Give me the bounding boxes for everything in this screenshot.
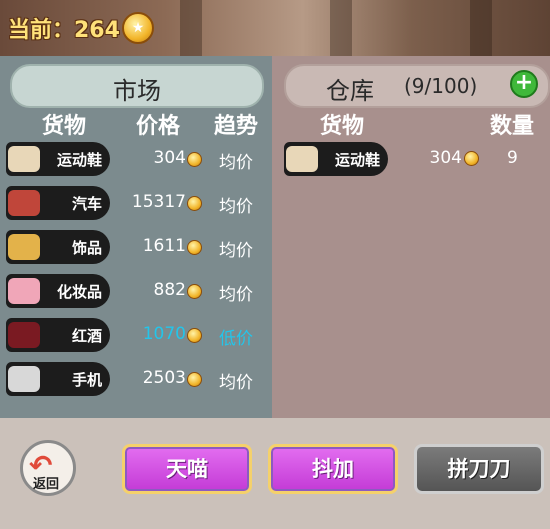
- market-header: 市场: [10, 64, 264, 108]
- market-row[interactable]: 汽车 15317 均价: [0, 184, 272, 224]
- item-trend: 均价: [219, 373, 253, 393]
- item-trend: 均价: [219, 153, 253, 173]
- item-trend: 低价: [219, 329, 253, 349]
- phone-icon: [8, 366, 40, 392]
- car-icon: [8, 190, 40, 216]
- market-col-trend: 趋势: [214, 114, 259, 139]
- shelf-decoration: [470, 0, 492, 56]
- item-tag: 运动鞋: [6, 142, 110, 176]
- item-tag: 运动鞋: [284, 142, 388, 176]
- item-tag: 饰品: [6, 230, 110, 264]
- coin-icon: [187, 196, 202, 211]
- item-name: 饰品: [71, 239, 102, 257]
- item-price: 304: [153, 148, 186, 168]
- coin-icon: [187, 152, 202, 167]
- warehouse-col-goods: 货物: [320, 114, 365, 139]
- shelf-decoration: [330, 0, 352, 56]
- warehouse-row[interactable]: 运动鞋 304 9: [272, 140, 550, 176]
- coin-balance: 当前：264: [8, 18, 120, 43]
- item-name: 运动鞋: [334, 151, 380, 169]
- item-tag: 红酒: [6, 318, 110, 352]
- market-row[interactable]: 化妆品 882 均价: [0, 272, 272, 312]
- item-tag: 手机: [6, 362, 110, 396]
- item-tag: 汽车: [6, 186, 110, 220]
- item-price: 15317: [131, 192, 186, 212]
- cosmetics-icon: [8, 278, 40, 304]
- market-row[interactable]: 运动鞋 304 均价: [0, 140, 272, 180]
- douyin-button[interactable]: 抖加: [268, 444, 398, 494]
- market-col-price: 价格: [136, 114, 181, 139]
- market-col-goods: 货物: [42, 114, 87, 139]
- coin-icon: [187, 240, 202, 255]
- item-quantity: 9: [507, 148, 518, 168]
- item-trend: 均价: [219, 241, 253, 261]
- warehouse-col-qty: 数量: [490, 114, 535, 139]
- back-button[interactable]: ↶ 返回: [20, 440, 76, 496]
- item-price: 304: [429, 148, 462, 168]
- expand-warehouse-button[interactable]: +: [510, 70, 538, 98]
- item-name: 运动鞋: [56, 151, 102, 169]
- coin-icon: [187, 372, 202, 387]
- market-row[interactable]: 红酒 1070 低价: [0, 316, 272, 356]
- item-price: 882: [153, 280, 186, 300]
- item-price: 1070: [142, 324, 186, 344]
- tmall-button[interactable]: 天喵: [122, 444, 252, 494]
- sneaker-icon: [8, 146, 40, 172]
- back-label: 返回: [33, 477, 60, 492]
- coin-icon: [187, 328, 202, 343]
- shelf-decoration: [180, 0, 202, 56]
- item-name: 汽车: [71, 195, 102, 213]
- item-tag: 化妆品: [6, 274, 110, 308]
- coin-icon: [464, 151, 479, 166]
- market-row[interactable]: 饰品 1611 均价: [0, 228, 272, 268]
- market-row[interactable]: 手机 2503 均价: [0, 360, 272, 400]
- item-price: 1611: [142, 236, 186, 256]
- item-trend: 均价: [219, 197, 253, 217]
- pdd-button[interactable]: 拼刀刀: [414, 444, 544, 494]
- warehouse-title: 仓库: [326, 77, 374, 105]
- item-name: 手机: [71, 371, 102, 389]
- item-price: 2503: [142, 368, 186, 388]
- item-name: 化妆品: [56, 283, 102, 301]
- jewelry-icon: [8, 234, 40, 260]
- item-name: 红酒: [71, 327, 102, 345]
- wine-icon: [8, 322, 40, 348]
- sneaker-icon: [286, 146, 318, 172]
- warehouse-capacity: (9/100): [404, 74, 478, 98]
- coin-icon: ★: [122, 12, 154, 44]
- item-trend: 均价: [219, 285, 253, 305]
- market-title: 市场: [113, 77, 161, 105]
- warehouse-panel: 仓库 (9/100) 货物 数量: [272, 56, 550, 418]
- coin-icon: [187, 284, 202, 299]
